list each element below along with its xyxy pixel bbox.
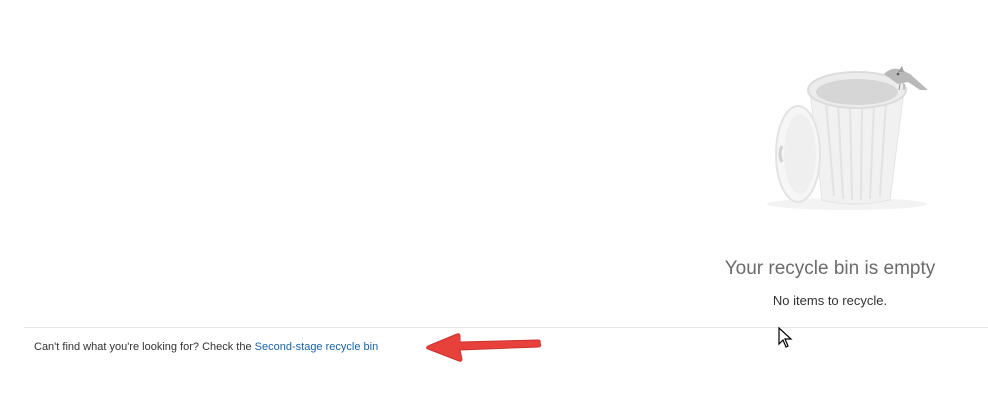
empty-state-subtitle: No items to recycle.: [772, 293, 888, 308]
footer-prompt-text: Can't find what you're looking for? Chec…: [34, 341, 252, 353]
recycle-bin-illustration-icon: [767, 66, 928, 210]
empty-state-title: Your recycle bin is empty: [724, 258, 936, 279]
footer-help-line: Can't find what you're looking for? Chec…: [34, 341, 378, 353]
recycle-bin-page: Your recycle bin is empty No items to re…: [0, 0, 988, 401]
red-arrow-icon: [426, 333, 542, 362]
second-stage-recycle-bin-link[interactable]: Second-stage recycle bin: [255, 341, 379, 353]
mouse-cursor-icon: [778, 327, 793, 348]
